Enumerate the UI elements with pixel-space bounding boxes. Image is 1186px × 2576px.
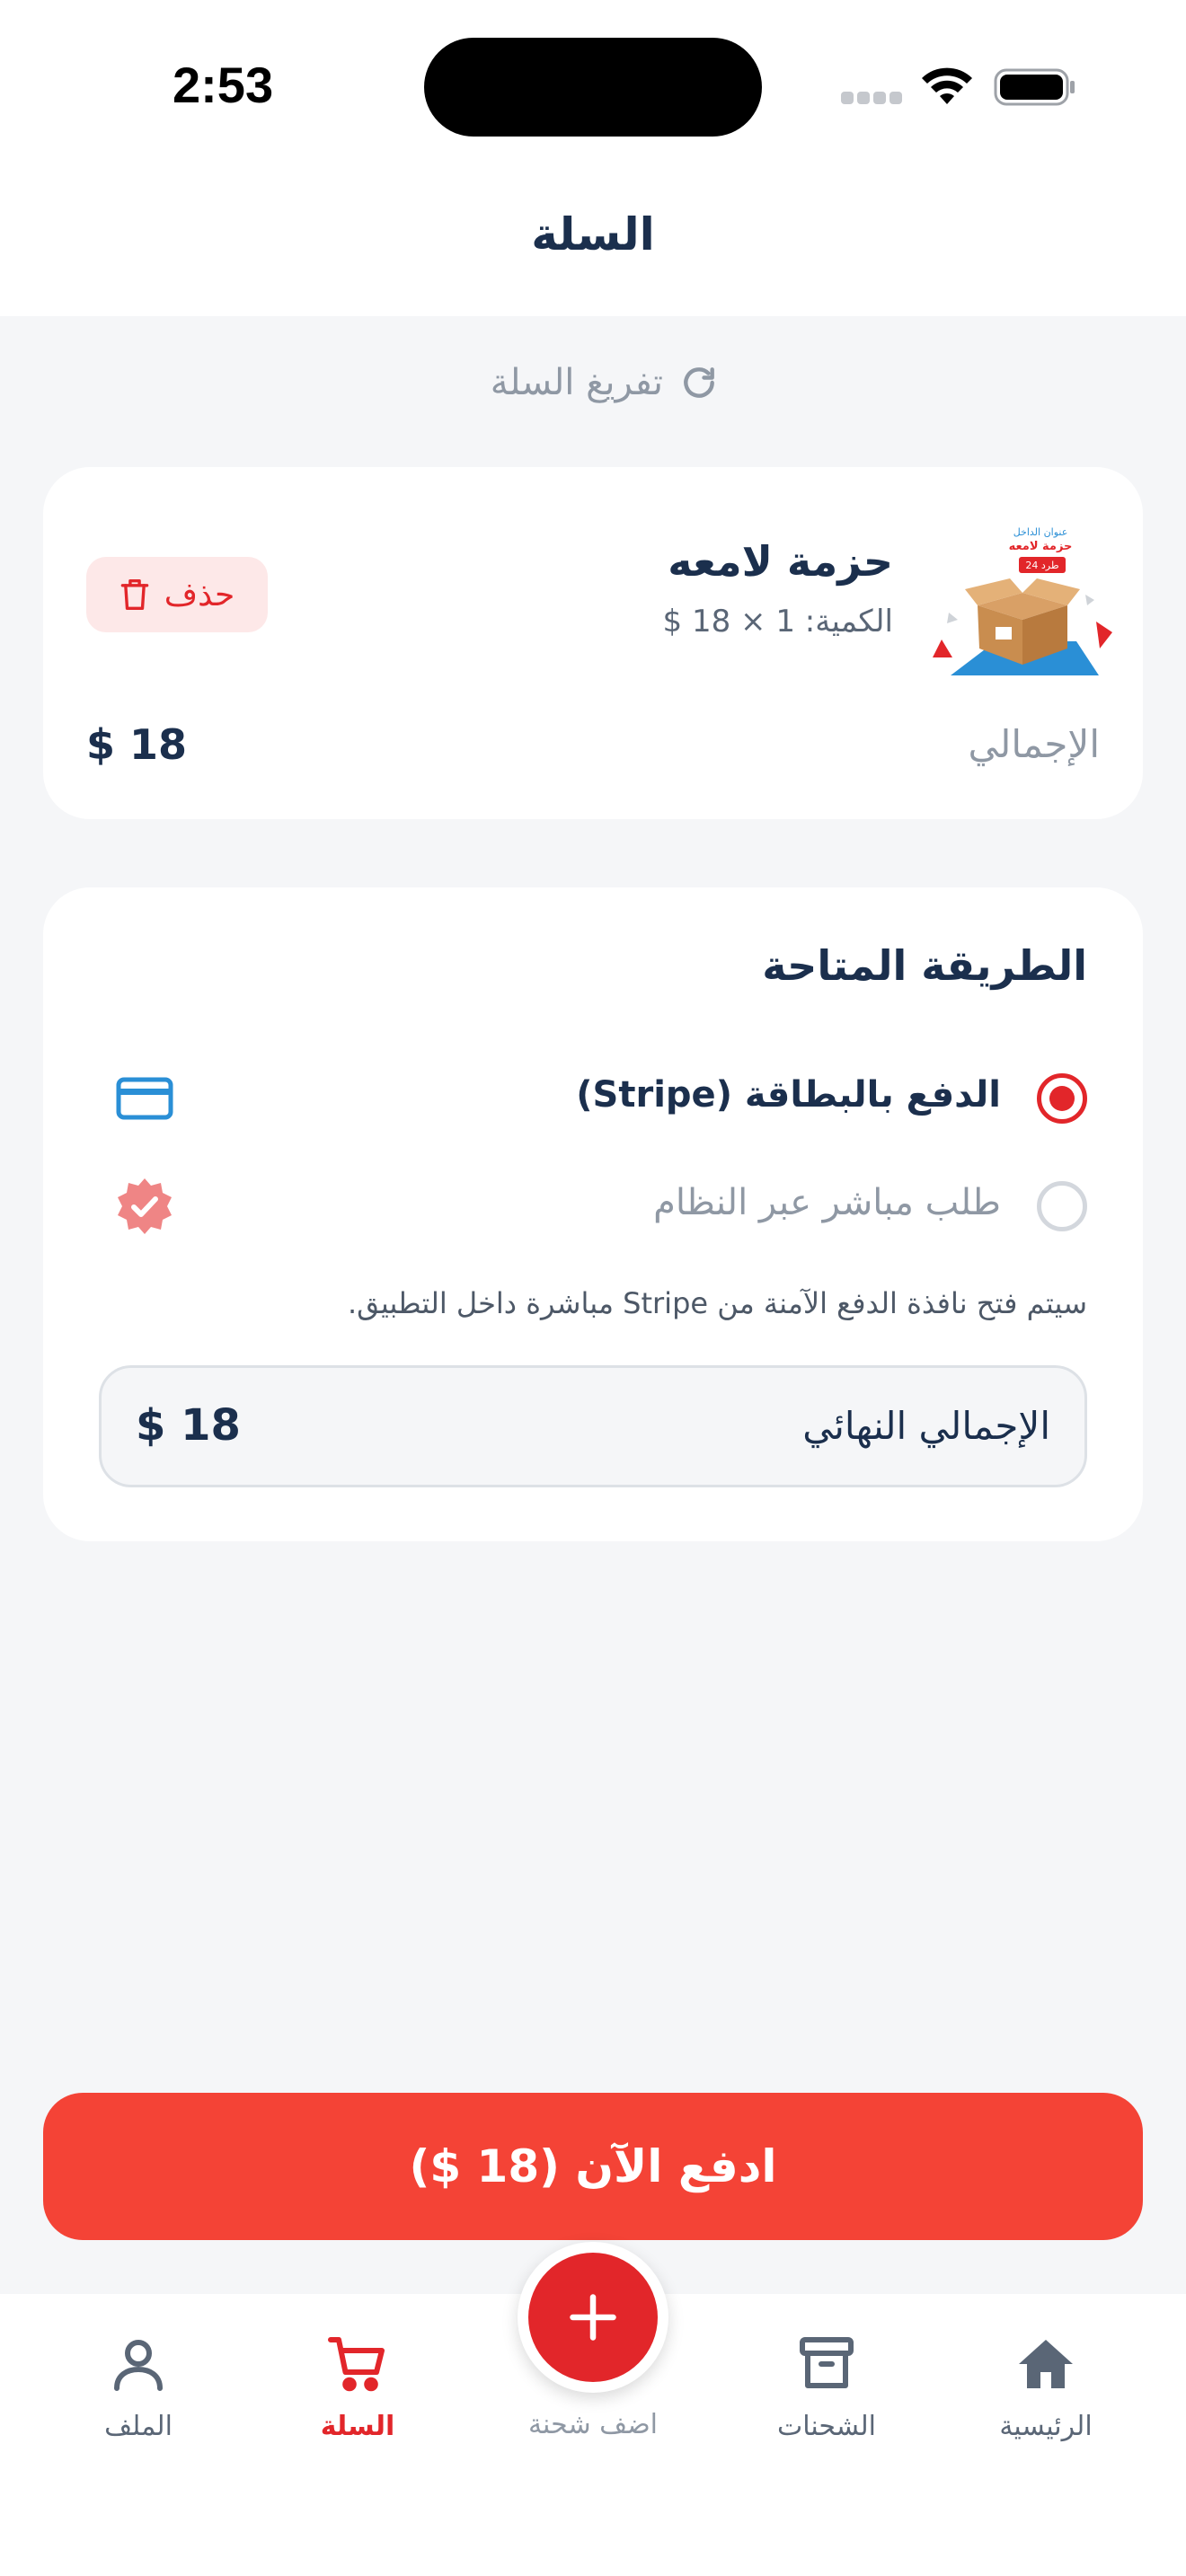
payment-note: سيتم فتح نافذة الدفع الآمنة من Stripe مب… (347, 1286, 1087, 1320)
add-shipment-circle[interactable] (528, 2253, 658, 2382)
battery-icon (994, 68, 1075, 106)
item-total-value: 18 $ (86, 720, 188, 769)
payment-method-label: طلب مباشر عبر النظام (653, 1182, 1001, 1223)
payment-methods-title: الطريقة المتاحة (762, 941, 1087, 990)
nav-item-profile[interactable]: الملف (49, 2332, 228, 2457)
payment-method-stripe[interactable]: الدفع بالبطاقة (Stripe) (99, 1062, 1087, 1134)
payment-method-label: الدفع بالبطاقة (Stripe) (576, 1074, 1001, 1116)
final-total-box: الإجمالي النهائي 18 $ (99, 1365, 1087, 1487)
nav-item-home[interactable]: الرئيسية (956, 2332, 1136, 2457)
cart-icon (328, 2337, 385, 2392)
nav-label-profile: الملف (104, 2411, 173, 2442)
nav-item-shipments[interactable]: الشحنات (737, 2332, 916, 2457)
final-total-value: 18 $ (136, 1400, 241, 1451)
refresh-icon (684, 367, 714, 398)
svg-text:24 طرد: 24 طرد (1025, 560, 1058, 571)
final-total-label: الإجمالي النهائي (802, 1404, 1050, 1448)
archive-icon (800, 2337, 854, 2388)
credit-card-icon (116, 1077, 173, 1120)
nav-item-cart[interactable]: السلة (268, 2332, 447, 2457)
item-quantity: الكمية: 1 × 18 $ (662, 604, 893, 640)
nav-label-shipments: الشحنات (776, 2411, 877, 2442)
add-shipment-button[interactable] (518, 2242, 668, 2393)
item-name: حزمة لامعه (668, 537, 893, 586)
nav-label-home: الرئيسية (999, 2411, 1093, 2442)
cart-item-card: عنوان الداخل حزمة لامعه 24 طرد حزمة لامع… (43, 467, 1143, 819)
verified-badge-icon (118, 1178, 172, 1234)
user-icon (114, 2340, 163, 2391)
clear-cart-button[interactable]: تفريغ السلة (467, 356, 719, 410)
svg-text:حزمة لامعه: حزمة لامعه (1009, 540, 1073, 553)
payment-method-direct[interactable]: طلب مباشر عبر النظام (99, 1169, 1087, 1241)
payment-methods-card: الطريقة المتاحة الدفع بالبطاقة (Stripe) … (43, 887, 1143, 1541)
status-time: 2:53 (173, 57, 274, 113)
delete-item-button[interactable]: حذف (86, 557, 268, 632)
dynamic-island (424, 38, 762, 137)
item-total-label: الإجمالي (968, 722, 1100, 766)
radio-unselected[interactable] (1037, 1181, 1087, 1231)
trash-icon (120, 578, 149, 610)
wifi-icon (922, 67, 972, 104)
clear-cart-label: تفريغ السلة (490, 362, 663, 403)
home-icon (1019, 2340, 1073, 2388)
pay-now-button[interactable]: ادفع الآن (18 $) (43, 2093, 1143, 2240)
radio-selected[interactable] (1037, 1073, 1087, 1124)
plus-icon (570, 2294, 616, 2341)
signal-icon (841, 92, 902, 104)
delete-label: حذف (164, 576, 235, 613)
nav-label-add-shipment: اضف شحنة (527, 2409, 659, 2440)
svg-text:عنوان الداخل: عنوان الداخل (1013, 526, 1068, 538)
nav-label-cart: السلة (320, 2411, 395, 2442)
status-bar: 2:53 (0, 0, 1186, 171)
page-title: السلة (531, 208, 655, 260)
product-thumbnail: عنوان الداخل حزمة لامعه 24 طرد (933, 523, 1112, 684)
